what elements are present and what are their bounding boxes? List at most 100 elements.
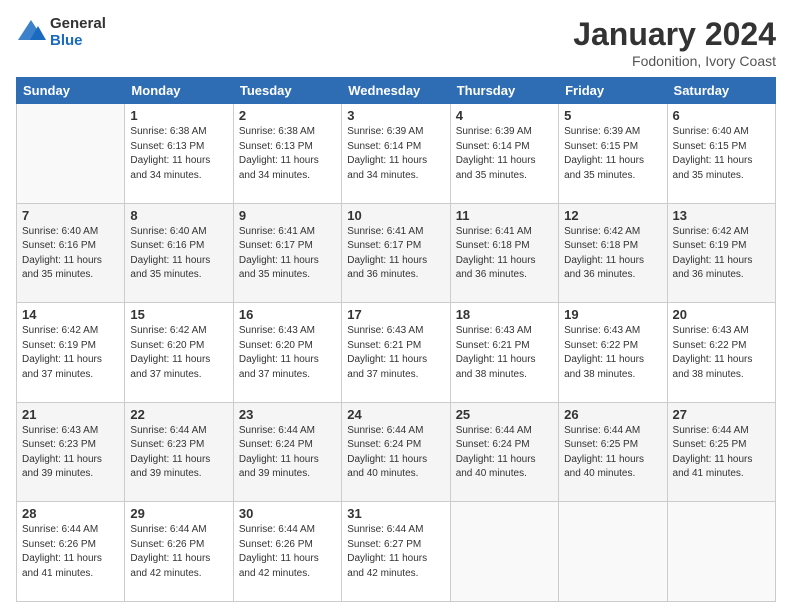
calendar-cell: 13 Sunrise: 6:42 AM Sunset: 6:19 PM Dayli… bbox=[667, 203, 775, 303]
logo: General Blue bbox=[16, 16, 106, 49]
day-number: 15 bbox=[130, 307, 227, 322]
calendar-cell: 27 Sunrise: 6:44 AM Sunset: 6:25 PM Dayli… bbox=[667, 402, 775, 502]
day-info: Sunrise: 6:40 AM Sunset: 6:16 PM Dayligh… bbox=[22, 225, 119, 283]
day-number: 13 bbox=[673, 208, 770, 223]
day-number: 14 bbox=[22, 307, 119, 322]
title-block: January 2024 Fodonition, Ivory Coast bbox=[573, 16, 776, 69]
calendar-cell: 19 Sunrise: 6:43 AM Sunset: 6:22 PM Dayli… bbox=[559, 303, 667, 403]
calendar-cell: 18 Sunrise: 6:43 AM Sunset: 6:21 PM Dayli… bbox=[450, 303, 558, 403]
day-info: Sunrise: 6:43 AM Sunset: 6:20 PM Dayligh… bbox=[239, 324, 336, 382]
calendar-cell: 25 Sunrise: 6:44 AM Sunset: 6:24 PM Dayli… bbox=[450, 402, 558, 502]
day-number: 12 bbox=[564, 208, 661, 223]
calendar-title: January 2024 bbox=[573, 16, 776, 53]
calendar-cell: 3 Sunrise: 6:39 AM Sunset: 6:14 PM Daylig… bbox=[342, 104, 450, 204]
day-number: 18 bbox=[456, 307, 553, 322]
day-info: Sunrise: 6:40 AM Sunset: 6:15 PM Dayligh… bbox=[673, 125, 770, 183]
calendar-cell: 4 Sunrise: 6:39 AM Sunset: 6:14 PM Daylig… bbox=[450, 104, 558, 204]
calendar-cell: 30 Sunrise: 6:44 AM Sunset: 6:26 PM Dayli… bbox=[233, 502, 341, 602]
page: General Blue January 2024 Fodonition, Iv… bbox=[0, 0, 792, 612]
logo-blue-text: Blue bbox=[50, 33, 106, 50]
day-info: Sunrise: 6:38 AM Sunset: 6:13 PM Dayligh… bbox=[239, 125, 336, 183]
calendar-cell: 20 Sunrise: 6:43 AM Sunset: 6:22 PM Dayli… bbox=[667, 303, 775, 403]
calendar-cell: 11Sunrise: 6:41 AM Sunset: 6:18 PM Dayli… bbox=[450, 203, 558, 303]
day-header-tuesday: Tuesday bbox=[233, 78, 341, 104]
day-number: 20 bbox=[673, 307, 770, 322]
day-number: 21 bbox=[22, 407, 119, 422]
day-number: 4 bbox=[456, 108, 553, 123]
day-number: 5 bbox=[564, 108, 661, 123]
calendar-week-row: 7 Sunrise: 6:40 AM Sunset: 6:16 PM Daylig… bbox=[17, 203, 776, 303]
calendar-cell: 24Sunrise: 6:44 AM Sunset: 6:24 PM Dayli… bbox=[342, 402, 450, 502]
day-info: Sunrise: 6:44 AM Sunset: 6:25 PM Dayligh… bbox=[564, 424, 661, 482]
day-info: Sunrise: 6:44 AM Sunset: 6:24 PM Dayligh… bbox=[239, 424, 336, 482]
calendar-cell: 5 Sunrise: 6:39 AM Sunset: 6:15 PM Daylig… bbox=[559, 104, 667, 204]
calendar-cell: 15 Sunrise: 6:42 AM Sunset: 6:20 PM Dayli… bbox=[125, 303, 233, 403]
day-header-wednesday: Wednesday bbox=[342, 78, 450, 104]
calendar-cell: 23 Sunrise: 6:44 AM Sunset: 6:24 PM Dayli… bbox=[233, 402, 341, 502]
day-info: Sunrise: 6:38 AM Sunset: 6:13 PM Dayligh… bbox=[130, 125, 227, 183]
day-info: Sunrise: 6:44 AM Sunset: 6:26 PM Dayligh… bbox=[239, 523, 336, 581]
calendar-cell bbox=[667, 502, 775, 602]
day-info: Sunrise: 6:43 AM Sunset: 6:21 PM Dayligh… bbox=[347, 324, 444, 382]
day-header-sunday: Sunday bbox=[17, 78, 125, 104]
day-number: 23 bbox=[239, 407, 336, 422]
day-number: 30 bbox=[239, 506, 336, 521]
calendar-cell: 6 Sunrise: 6:40 AM Sunset: 6:15 PM Daylig… bbox=[667, 104, 775, 204]
logo-text: General Blue bbox=[50, 16, 106, 49]
calendar-cell: 7 Sunrise: 6:40 AM Sunset: 6:16 PM Daylig… bbox=[17, 203, 125, 303]
day-info: Sunrise: 6:43 AM Sunset: 6:23 PM Dayligh… bbox=[22, 424, 119, 482]
day-info: Sunrise: 6:43 AM Sunset: 6:21 PM Dayligh… bbox=[456, 324, 553, 382]
day-info: Sunrise: 6:39 AM Sunset: 6:14 PM Dayligh… bbox=[456, 125, 553, 183]
day-number: 16 bbox=[239, 307, 336, 322]
day-info: Sunrise: 6:44 AM Sunset: 6:26 PM Dayligh… bbox=[130, 523, 227, 581]
day-number: 17 bbox=[347, 307, 444, 322]
day-info: Sunrise: 6:39 AM Sunset: 6:15 PM Dayligh… bbox=[564, 125, 661, 183]
day-header-monday: Monday bbox=[125, 78, 233, 104]
day-number: 19 bbox=[564, 307, 661, 322]
calendar-cell: 10Sunrise: 6:41 AM Sunset: 6:17 PM Dayli… bbox=[342, 203, 450, 303]
day-number: 25 bbox=[456, 407, 553, 422]
day-info: Sunrise: 6:44 AM Sunset: 6:24 PM Dayligh… bbox=[347, 424, 444, 482]
calendar-cell: 28Sunrise: 6:44 AM Sunset: 6:26 PM Dayli… bbox=[17, 502, 125, 602]
logo-icon bbox=[16, 18, 46, 48]
calendar-table: SundayMondayTuesdayWednesdayThursdayFrid… bbox=[16, 77, 776, 602]
day-number: 26 bbox=[564, 407, 661, 422]
day-number: 1 bbox=[130, 108, 227, 123]
day-info: Sunrise: 6:44 AM Sunset: 6:25 PM Dayligh… bbox=[673, 424, 770, 482]
calendar-subtitle: Fodonition, Ivory Coast bbox=[573, 53, 776, 69]
calendar-cell: 26 Sunrise: 6:44 AM Sunset: 6:25 PM Dayli… bbox=[559, 402, 667, 502]
calendar-cell bbox=[450, 502, 558, 602]
day-info: Sunrise: 6:39 AM Sunset: 6:14 PM Dayligh… bbox=[347, 125, 444, 183]
day-info: Sunrise: 6:44 AM Sunset: 6:24 PM Dayligh… bbox=[456, 424, 553, 482]
day-info: Sunrise: 6:40 AM Sunset: 6:16 PM Dayligh… bbox=[130, 225, 227, 283]
calendar-cell: 12 Sunrise: 6:42 AM Sunset: 6:18 PM Dayli… bbox=[559, 203, 667, 303]
calendar-cell: 17 Sunrise: 6:43 AM Sunset: 6:21 PM Dayli… bbox=[342, 303, 450, 403]
calendar-week-row: 14Sunrise: 6:42 AM Sunset: 6:19 PM Dayli… bbox=[17, 303, 776, 403]
day-info: Sunrise: 6:41 AM Sunset: 6:17 PM Dayligh… bbox=[239, 225, 336, 283]
calendar-week-row: 21 Sunrise: 6:43 AM Sunset: 6:23 PM Dayli… bbox=[17, 402, 776, 502]
calendar-cell bbox=[17, 104, 125, 204]
day-info: Sunrise: 6:42 AM Sunset: 6:20 PM Dayligh… bbox=[130, 324, 227, 382]
day-number: 7 bbox=[22, 208, 119, 223]
day-info: Sunrise: 6:44 AM Sunset: 6:23 PM Dayligh… bbox=[130, 424, 227, 482]
day-number: 27 bbox=[673, 407, 770, 422]
calendar-week-row: 1 Sunrise: 6:38 AM Sunset: 6:13 PM Daylig… bbox=[17, 104, 776, 204]
day-number: 8 bbox=[130, 208, 227, 223]
calendar-cell: 9Sunrise: 6:41 AM Sunset: 6:17 PM Daylig… bbox=[233, 203, 341, 303]
calendar-cell: 29Sunrise: 6:44 AM Sunset: 6:26 PM Dayli… bbox=[125, 502, 233, 602]
calendar-cell: 14Sunrise: 6:42 AM Sunset: 6:19 PM Dayli… bbox=[17, 303, 125, 403]
day-info: Sunrise: 6:42 AM Sunset: 6:19 PM Dayligh… bbox=[673, 225, 770, 283]
day-header-saturday: Saturday bbox=[667, 78, 775, 104]
day-info: Sunrise: 6:43 AM Sunset: 6:22 PM Dayligh… bbox=[564, 324, 661, 382]
day-info: Sunrise: 6:43 AM Sunset: 6:22 PM Dayligh… bbox=[673, 324, 770, 382]
day-number: 11 bbox=[456, 208, 553, 223]
logo-general-text: General bbox=[50, 16, 106, 33]
calendar-cell bbox=[559, 502, 667, 602]
calendar-cell: 31Sunrise: 6:44 AM Sunset: 6:27 PM Dayli… bbox=[342, 502, 450, 602]
day-info: Sunrise: 6:42 AM Sunset: 6:18 PM Dayligh… bbox=[564, 225, 661, 283]
day-number: 6 bbox=[673, 108, 770, 123]
day-number: 3 bbox=[347, 108, 444, 123]
calendar-header-row: SundayMondayTuesdayWednesdayThursdayFrid… bbox=[17, 78, 776, 104]
day-number: 22 bbox=[130, 407, 227, 422]
day-header-friday: Friday bbox=[559, 78, 667, 104]
